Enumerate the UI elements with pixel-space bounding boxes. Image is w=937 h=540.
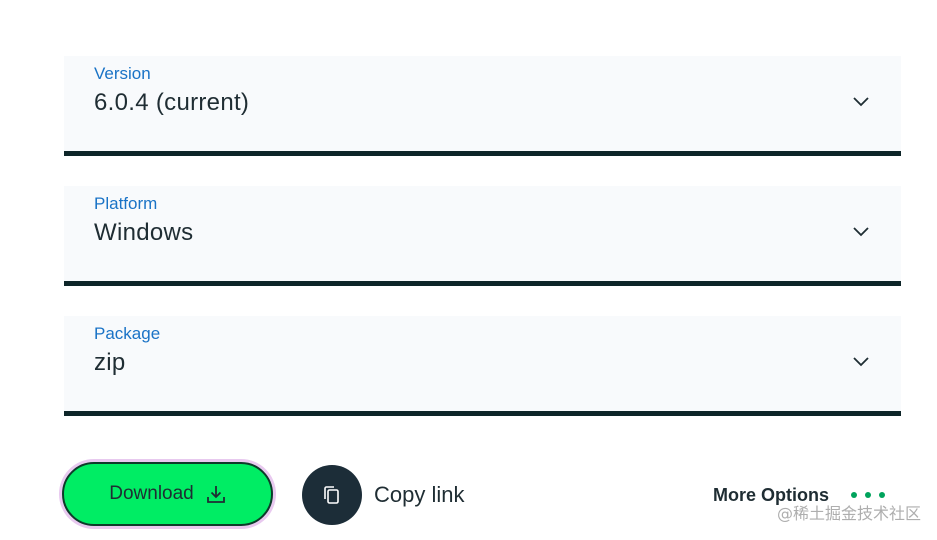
version-value: 6.0.4 (current) (94, 89, 250, 116)
dot (879, 492, 885, 498)
dot (865, 492, 871, 498)
platform-value: Windows (94, 219, 194, 246)
platform-label: Platform (94, 194, 158, 213)
copy-icon-circle[interactable] (302, 465, 362, 525)
version-label: Version (94, 64, 151, 83)
platform-select[interactable]: Platform Windows (64, 186, 901, 286)
version-select[interactable]: Version 6.0.4 (current) (64, 56, 901, 156)
chevron-down-icon (853, 97, 869, 107)
more-dots-icon[interactable] (851, 492, 885, 498)
download-button[interactable]: Download (62, 462, 273, 526)
chevron-down-icon (853, 227, 869, 237)
watermark: @稀土掘金技术社区 (776, 504, 921, 523)
copy-link-label: Copy link (374, 482, 465, 507)
copy-icon (324, 486, 339, 504)
package-label: Package (94, 324, 161, 343)
download-button-label: Download (109, 483, 194, 504)
download-icon (206, 486, 225, 503)
download-panel: Version 6.0.4 (current) Platform Windows… (0, 0, 937, 540)
copy-link-button[interactable]: Copy link (302, 464, 464, 526)
package-select[interactable]: Package zip (64, 316, 901, 416)
dot (851, 492, 857, 498)
package-value: zip (94, 349, 126, 376)
chevron-down-icon (853, 357, 869, 367)
